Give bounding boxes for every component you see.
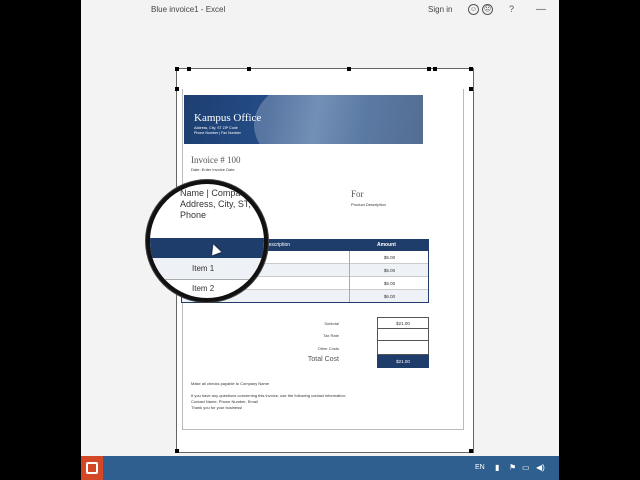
row-amount: $5.00 — [349, 251, 429, 264]
invoice-date: Date: Enter Invoice Date — [191, 167, 235, 172]
frown-icon[interactable]: ☹ — [482, 4, 493, 15]
margin-handle[interactable] — [175, 449, 179, 453]
subtotal-label: Subtotal — [324, 321, 339, 326]
network-icon[interactable]: ▮ — [495, 464, 499, 472]
magnified-item-1: Item 1 — [192, 264, 215, 273]
margin-handle[interactable] — [187, 67, 191, 71]
tax-rate-label: Tax Rate — [323, 333, 339, 338]
bill-to-name: Name | Compa — [180, 188, 241, 198]
battery-icon[interactable]: ▭ — [522, 464, 530, 472]
header-description: Description — [265, 242, 291, 248]
company-phone: Phone Number | Fax Number — [194, 131, 241, 135]
other-costs-label: Other Costs — [317, 346, 339, 351]
bill-to-phone: Phone — [180, 210, 207, 220]
screen: Blue invoice1 - Excel Sign in ☺ ☹ ? — Ka… — [81, 0, 559, 480]
sign-in-link[interactable]: Sign in — [428, 5, 452, 14]
invoice-title: Invoice # 100 — [191, 155, 241, 165]
row-amount: $5.00 — [349, 264, 429, 277]
margin-handle[interactable] — [469, 67, 473, 71]
margin-handle[interactable] — [175, 87, 179, 91]
window-title: Blue invoice1 - Excel — [151, 5, 226, 14]
company-address: Address, City, ST ZIP Code — [194, 126, 238, 130]
other-costs-value — [377, 341, 429, 355]
language-indicator[interactable]: EN — [475, 464, 485, 471]
invoice-banner: Kampus Office Address, City, ST ZIP Code… — [184, 95, 423, 144]
help-button[interactable]: ? — [509, 4, 514, 14]
volume-icon[interactable]: ◀) — [536, 464, 545, 472]
bill-to-address: Address, City, ST, Zi — [180, 199, 261, 209]
payable-note: Make all checks payable to Company Name — [191, 381, 270, 386]
contact-note: Contact Name, Phone Number, Email — [191, 399, 258, 404]
title-bar: Blue invoice1 - Excel Sign in ☺ ☹ ? — — [81, 0, 559, 22]
smile-icon[interactable]: ☺ — [468, 4, 479, 15]
margin-handle[interactable] — [247, 67, 251, 71]
company-name: Kampus Office — [194, 112, 262, 124]
flag-icon[interactable]: ⚑ — [509, 464, 516, 472]
row-amount: $5.00 — [349, 277, 429, 290]
row-amount: $6.00 — [349, 290, 429, 303]
minimize-button[interactable]: — — [536, 4, 546, 15]
subtotal-value: $21.00 — [377, 317, 429, 329]
taskbar-app-button[interactable] — [81, 456, 103, 480]
for-label: For — [351, 189, 364, 199]
margin-handle[interactable] — [175, 67, 179, 71]
zoom-magnifier: Name | Compa Address, City, ST, Zi Phone… — [146, 180, 268, 302]
taskbar: EN ▮ ⚑ ▭ ◀) — [81, 456, 559, 480]
for-description: Product Description — [351, 202, 386, 207]
margin-handle[interactable] — [427, 67, 431, 71]
margin-handle[interactable] — [469, 87, 473, 91]
tax-rate-value — [377, 329, 429, 341]
total-cost-value: $21.00 — [377, 355, 429, 368]
thanks-note: Thank you for your business! — [191, 405, 243, 410]
margin-handle[interactable] — [347, 67, 351, 71]
app-icon — [86, 462, 98, 474]
margin-handle[interactable] — [469, 449, 473, 453]
header-amount: Amount — [377, 242, 396, 248]
magnified-item-2: Item 2 — [192, 284, 215, 293]
total-cost-label: Total Cost — [307, 356, 339, 363]
questions-note: If you have any questions concerning thi… — [191, 393, 346, 398]
banner-wave — [254, 95, 423, 144]
margin-handle[interactable] — [433, 67, 437, 71]
